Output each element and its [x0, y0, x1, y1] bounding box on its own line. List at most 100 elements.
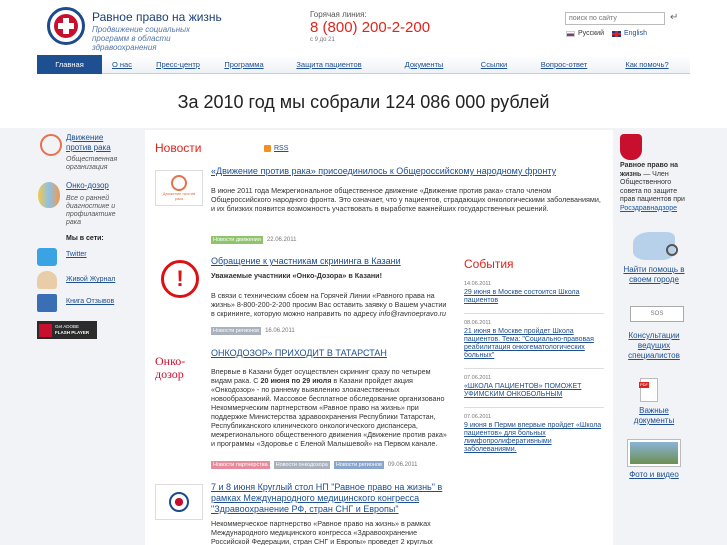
nav-home[interactable]: Главная [37, 54, 102, 74]
flash-player-badge[interactable]: Get ADOBE FLASH PLAYER [37, 321, 97, 339]
site-title[interactable]: Равное право на жизнь [92, 10, 222, 24]
onko-dozor-link[interactable]: Онко-дозор [66, 181, 128, 191]
balloon-icon[interactable] [38, 182, 60, 208]
photo-icon[interactable] [628, 440, 680, 466]
nav-documents[interactable]: Документы [384, 55, 464, 74]
event-divider [464, 313, 604, 314]
news-tag[interactable]: Новости онкодозора [273, 461, 330, 469]
rss-icon [264, 145, 271, 152]
rss-label: RSS [274, 145, 289, 152]
guestbook-icon[interactable] [37, 294, 57, 312]
movement-logo-icon [171, 175, 187, 191]
news-tag[interactable]: Новости партнерства [211, 461, 270, 469]
news-meta-2: Новости регионов 16.06.2011 [211, 327, 295, 335]
news-body-1: В июне 2011 года Межрегиональное обществ… [211, 186, 601, 213]
flash-line2: FLASH PLAYER [55, 330, 90, 335]
news-meta-3: Новости партнерства Новости онкодозора Н… [211, 461, 418, 469]
pdf-badge: PDF [639, 382, 649, 388]
hotline-number: 8 (800) 200-2-200 [310, 19, 431, 36]
warning-icon: ! [161, 260, 199, 298]
twitter-icon[interactable] [37, 248, 57, 266]
search-submit-icon[interactable]: ↵ [670, 12, 678, 23]
site-subtitle: Продвижение социальных программ в област… [92, 25, 191, 52]
onko-dozor-desc: Все о ранней диагностике и профилактике … [66, 195, 116, 226]
hotline-label: Горячая линия: [310, 10, 367, 19]
find-help-link[interactable]: Найти помощь в своем городе [618, 265, 690, 285]
event-date: 08.06.2011 [464, 320, 492, 326]
nav-links[interactable]: Ссылки [464, 55, 524, 74]
news-image-movement[interactable]: Движение против рака [155, 170, 203, 206]
site-logo[interactable] [47, 7, 85, 45]
nav-patients[interactable]: Защита пациентов [274, 55, 384, 74]
onko-dozor-logo[interactable]: Онко- дозор [155, 355, 205, 381]
events-heading: События [464, 257, 514, 271]
event-title[interactable]: «ШКОЛА ПАЦИЕНТОВ» ПОМОЖЕТ УФИМСКИМ ОНКОБ… [464, 383, 604, 399]
event-date: 07.06.2011 [464, 414, 492, 420]
nav-program[interactable]: Программа [214, 55, 274, 74]
uk-flag-icon [612, 30, 621, 37]
event-title[interactable]: 9 июня в Перми впервые пройдет «Школа па… [464, 422, 604, 454]
lang-ru-link[interactable]: Русский [566, 30, 604, 37]
event-date: 07.06.2011 [464, 375, 492, 381]
livejournal-link[interactable]: Живой Журнал [66, 276, 115, 283]
lang-en-link[interactable]: English [612, 30, 647, 37]
russia-flag-icon [566, 30, 575, 37]
nav-about[interactable]: О нас [102, 55, 142, 74]
contact-email[interactable]: info@ravnoepravo.ru [379, 309, 446, 318]
consultations-link[interactable]: Консультации ведущих специалистов [618, 331, 690, 361]
news-body-2: В связи с техническим сбоем на Горячей Л… [211, 291, 451, 318]
social-heading: Мы в сети: [66, 235, 104, 242]
rss-link[interactable]: RSS [264, 145, 288, 152]
org-movement-desc: Общественная организация [66, 156, 118, 171]
news-body-3: Впервые в Казани будет осуществлен скрин… [211, 367, 451, 448]
photo-video-link[interactable]: Фото и видео [618, 470, 690, 480]
council-membership: Равное право на жизнь — Член Общественно… [620, 162, 690, 213]
lang-ru-label: Русский [578, 30, 604, 37]
news-title-3[interactable]: ОНКОДОЗОР» ПРИХОДИТ В ТАТАРСТАН [211, 348, 461, 359]
news-image-roundtable[interactable] [155, 484, 203, 520]
coat-of-arms-icon [620, 134, 642, 160]
org-movement-link[interactable]: Движение против рака [66, 133, 128, 153]
magnifier-icon [666, 244, 678, 256]
news-body-3b: в Казани пройдет акция «Онкодозор» - по … [211, 376, 447, 448]
livejournal-icon[interactable] [37, 271, 57, 289]
roszdravnadzor-link[interactable]: Росздравнадзоре [620, 205, 677, 212]
document-icon[interactable]: PDF [639, 378, 658, 402]
event-title[interactable]: 29 июня в Москве состоится Школа пациент… [464, 289, 604, 305]
news-title-2[interactable]: Обращение к участникам скрининга в Казан… [211, 256, 461, 267]
news-tag[interactable]: Новости регионов [333, 461, 384, 469]
fundraising-banner: За 2010 год мы собрали 124 086 000 рубле… [177, 92, 550, 112]
movement-logo-icon[interactable] [40, 134, 62, 156]
news-tag[interactable]: Новости регионов [211, 327, 262, 335]
main-nav: Главная О нас Пресс-центр Программа Защи… [37, 54, 690, 74]
news-body-3-bold: 20 июня по 29 июля [260, 376, 332, 385]
event-divider [464, 368, 604, 369]
news-bold-2: Уважаемые участники «Онко-Дозора» в Каза… [211, 271, 382, 280]
news-title-1[interactable]: «Движение против рака» присоединилось к … [211, 166, 606, 177]
flash-icon [39, 323, 52, 337]
news-meta-1: Новости движения 22.06.2011 [211, 236, 296, 244]
news-heading: Новости [155, 141, 202, 155]
sos-phone-icon[interactable]: SOS [630, 306, 684, 322]
site-logo-icon [169, 492, 189, 512]
news-date: 16.06.2011 [265, 328, 295, 334]
event-date: 14.06.2011 [464, 281, 492, 287]
hotline-hours: с 9 до 21 [310, 37, 335, 43]
news-body-4: Некоммерческое партнерство «Равное право… [211, 519, 433, 545]
events-list: 14.06.2011 29 июня в Москве состоится Шк… [464, 281, 604, 454]
guestbook-link[interactable]: Книга Отзывов [66, 298, 114, 305]
search-input[interactable] [565, 12, 665, 25]
news-logo-caption: Движение против рака [162, 191, 196, 201]
twitter-link[interactable]: Twitter [66, 251, 87, 258]
nav-help[interactable]: Как помочь? [604, 55, 690, 74]
event-title[interactable]: 21 июня в Москве пройдет Школа пациентов… [464, 328, 604, 360]
documents-link[interactable]: Важные документы [618, 406, 690, 426]
onko-logo-line2: дозор [155, 367, 184, 381]
news-date: 22.06.2011 [266, 237, 297, 243]
nav-press[interactable]: Пресс-центр [142, 55, 214, 74]
news-title-4[interactable]: 7 и 8 июня Круглый стол НП "Равное право… [211, 482, 451, 515]
lang-en-label: English [624, 30, 647, 37]
event-divider [464, 407, 604, 408]
nav-faq[interactable]: Вопрос-ответ [524, 55, 604, 74]
news-tag[interactable]: Новости движения [211, 236, 263, 244]
